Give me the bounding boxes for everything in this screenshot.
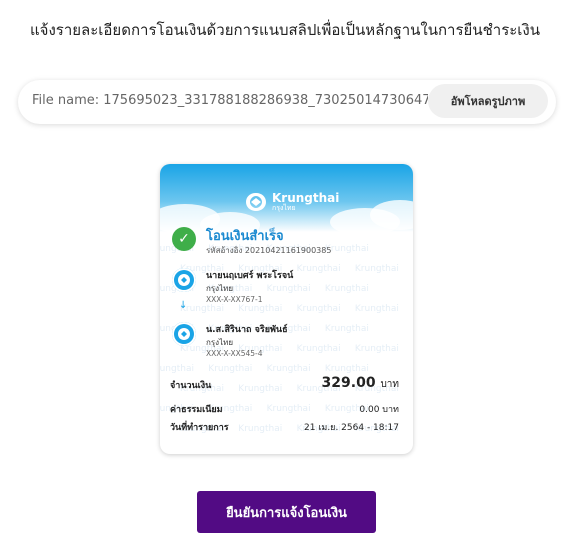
brand-name-th: กรุงไทย — [272, 204, 296, 212]
transfer-status: โอนเงินสำเร็จ — [206, 229, 284, 244]
receiver-bank: กรุงไทย — [206, 338, 234, 347]
file-name-text: File name: 175695023_331788188286938_730… — [32, 93, 428, 108]
slip-header: Krungthai กรุงไทย — [160, 164, 413, 238]
date-value: 21 เม.ย. 2564 - 18:17 — [304, 423, 399, 433]
sender-bank: กรุงไทย — [206, 284, 234, 293]
transfer-slip-image: Krungthai กรุงไทย Krungthai Krungthai Kr… — [160, 164, 413, 454]
receiver-account: XXX-X-XX545-4 — [206, 349, 263, 358]
fee-label: ค่าธรรมเนียม — [170, 405, 223, 415]
krungthai-logo: Krungthai กรุงไทย — [244, 188, 339, 216]
sender-name: นายนฤเบศร์ พระโรจน์ — [206, 271, 294, 281]
arrow-down-icon: ↓ — [179, 300, 188, 311]
date-label: วันที่ทำรายการ — [170, 423, 229, 433]
confirm-transfer-button[interactable]: ยืนยันการแจ้งโอนเงิน — [197, 491, 376, 533]
amount-value: 329.00 บาท — [321, 375, 399, 391]
krungthai-bird-icon — [246, 193, 266, 211]
amount-label: จำนวนเงิน — [170, 381, 212, 391]
receiver-name: น.ส.สิรินาถ จริยพันธ์ — [206, 325, 288, 335]
brand-name-en: Krungthai — [272, 191, 340, 205]
receiver-bank-icon — [172, 322, 196, 346]
sender-account: XXX-X-XX767-1 — [206, 295, 263, 304]
upload-image-button[interactable]: อัพโหลดรูปภาพ — [428, 84, 548, 118]
file-upload-field[interactable]: File name: 175695023_331788188286938_730… — [18, 80, 556, 124]
sender-bank-icon — [172, 268, 196, 292]
success-check-icon: ✓ — [172, 227, 196, 251]
fee-value: 0.00 บาท — [359, 405, 399, 415]
page-title: แจ้งรายละเอียดการโอนเงินด้วยการแนบสลิปเพ… — [29, 21, 541, 39]
reference-number: รหัสอ้างอิง 20210421161900385 — [206, 246, 332, 255]
